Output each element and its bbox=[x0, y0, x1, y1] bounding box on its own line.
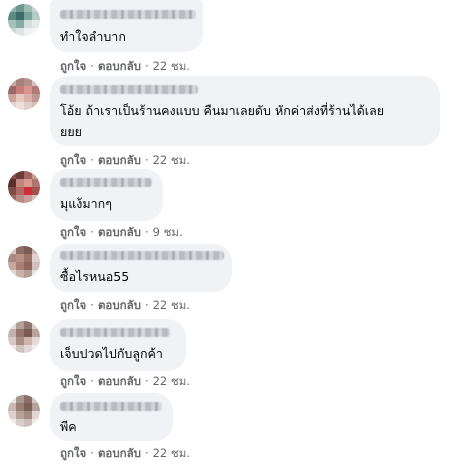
reply-button[interactable]: ตอบกลับ bbox=[98, 298, 141, 312]
reply-button[interactable]: ตอบกลับ bbox=[98, 153, 141, 167]
comment-text: โอ้ย ถ้าเราเป็นร้านคงแบบ คืนมาเลยดับ หัก… bbox=[60, 103, 385, 118]
comment-timestamp[interactable]: 22 ชม. bbox=[153, 374, 190, 388]
comment-timestamp[interactable]: 22 ชม. bbox=[153, 446, 190, 460]
separator: · bbox=[90, 298, 94, 312]
like-button[interactable]: ถูกใจ bbox=[60, 298, 86, 312]
comment-text: พีค bbox=[60, 419, 77, 434]
comment-bubble: ซื้อไรหนอ55 bbox=[50, 244, 232, 292]
avatar[interactable] bbox=[8, 321, 40, 353]
avatar[interactable] bbox=[8, 246, 40, 278]
reply-button[interactable]: ตอบกลับ bbox=[98, 225, 141, 239]
like-button[interactable]: ถูกใจ bbox=[60, 374, 86, 388]
like-button[interactable]: ถูกใจ bbox=[60, 446, 86, 460]
comment-bubble: โอ้ย ถ้าเราเป็นร้านคงแบบ คืนมาเลยดับ หัก… bbox=[50, 76, 440, 146]
reply-button[interactable]: ตอบกลับ bbox=[98, 59, 141, 73]
comment-actions: ถูกใจ · ตอบกลับ · 9 ชม. bbox=[60, 224, 183, 242]
comment-bubble: เจ็บปวดไปกับลูกค้า bbox=[50, 319, 186, 371]
commenter-name-blurred[interactable] bbox=[60, 328, 170, 337]
commenter-name-blurred[interactable] bbox=[60, 10, 196, 19]
comment-text: ซื้อไรหนอ55 bbox=[60, 269, 130, 284]
comment-timestamp[interactable]: 22 ชม. bbox=[153, 59, 190, 73]
separator: · bbox=[90, 374, 94, 388]
separator: · bbox=[90, 225, 94, 239]
commenter-name-blurred[interactable] bbox=[60, 251, 224, 260]
separator: · bbox=[90, 153, 94, 167]
comment-actions: ถูกใจ · ตอบกลับ · 22 ชม. bbox=[60, 297, 190, 315]
comment-text-continued: ยยย bbox=[60, 124, 82, 139]
comment-text: ทำใจลำบาก bbox=[60, 29, 126, 44]
separator: · bbox=[144, 374, 149, 388]
separator: · bbox=[144, 446, 149, 460]
separator: · bbox=[144, 59, 149, 73]
separator: · bbox=[144, 153, 149, 167]
separator: · bbox=[90, 59, 94, 73]
like-button[interactable]: ถูกใจ bbox=[60, 59, 86, 73]
comment-timestamp[interactable]: 22 ชม. bbox=[153, 298, 190, 312]
separator: · bbox=[144, 225, 149, 239]
comment-timestamp[interactable]: 9 ชม. bbox=[153, 225, 183, 239]
comment-bubble: ทำใจลำบาก bbox=[50, 0, 203, 52]
comment-actions: ถูกใจ · ตอบกลับ · 22 ชม. bbox=[60, 445, 190, 463]
comment-actions: ถูกใจ · ตอบกลับ · 22 ชม. bbox=[60, 152, 190, 170]
separator: · bbox=[90, 446, 94, 460]
like-button[interactable]: ถูกใจ bbox=[60, 153, 86, 167]
avatar[interactable] bbox=[8, 395, 40, 427]
reply-button[interactable]: ตอบกลับ bbox=[98, 374, 141, 388]
like-button[interactable]: ถูกใจ bbox=[60, 225, 86, 239]
avatar[interactable] bbox=[8, 78, 40, 110]
avatar[interactable] bbox=[8, 171, 40, 203]
comment-text: เจ็บปวดไปกับลูกค้า bbox=[60, 346, 163, 361]
commenter-name-blurred[interactable] bbox=[60, 178, 152, 187]
comment-timestamp[interactable]: 22 ชม. bbox=[153, 153, 190, 167]
comment-bubble: มุแง้มากๆ bbox=[50, 169, 163, 221]
commenter-name-blurred[interactable] bbox=[60, 402, 162, 411]
avatar[interactable] bbox=[8, 4, 40, 36]
reply-button[interactable]: ตอบกลับ bbox=[98, 446, 141, 460]
comment-actions: ถูกใจ · ตอบกลับ · 22 ชม. bbox=[60, 58, 190, 76]
comment-bubble: พีค bbox=[50, 393, 173, 441]
separator: · bbox=[144, 298, 149, 312]
comment-actions: ถูกใจ · ตอบกลับ · 22 ชม. bbox=[60, 373, 190, 391]
comment-text: มุแง้มากๆ bbox=[60, 196, 112, 211]
commenter-name-blurred[interactable] bbox=[60, 85, 198, 94]
